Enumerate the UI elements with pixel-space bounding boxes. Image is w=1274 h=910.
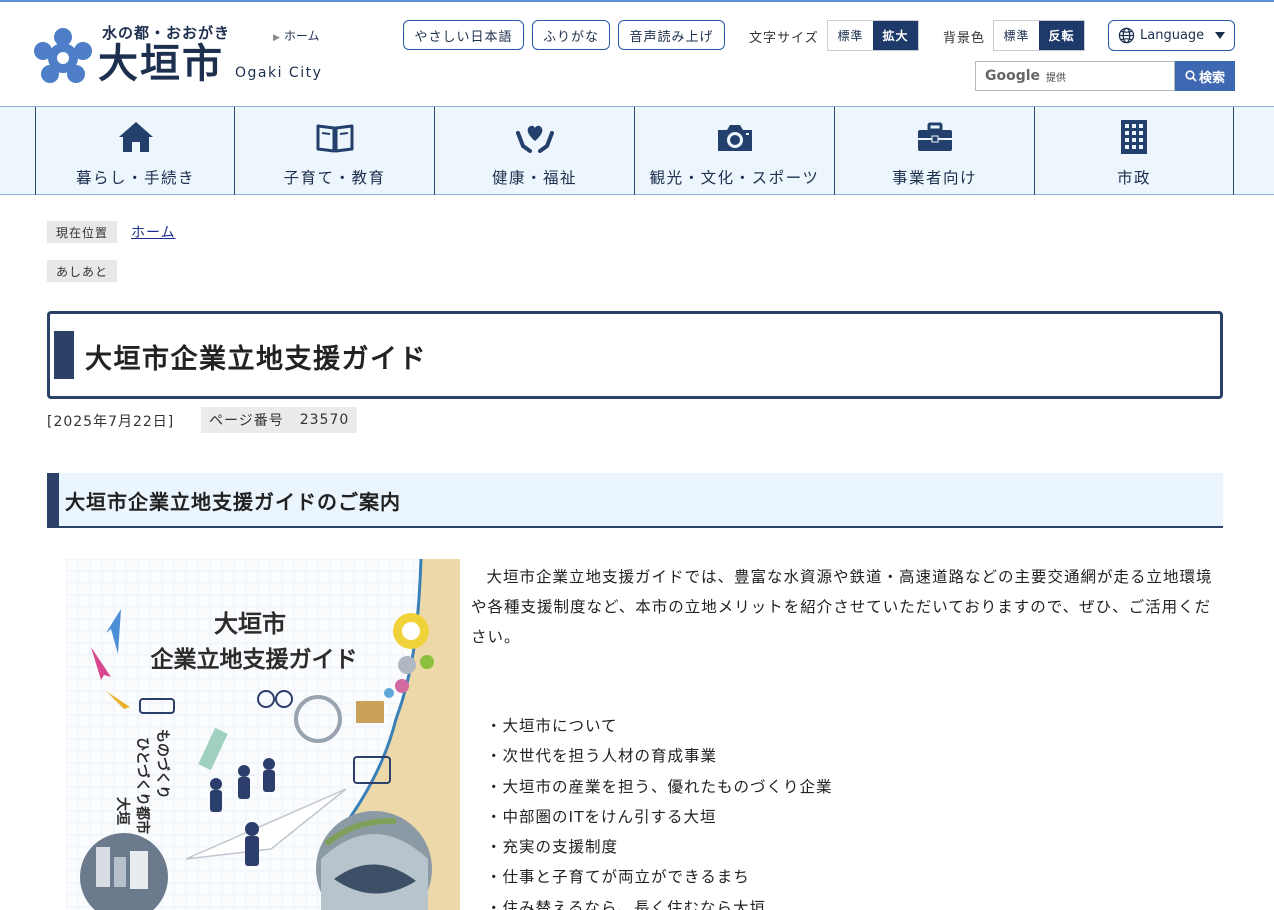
city-name-logo[interactable]: 大垣市 bbox=[98, 42, 224, 86]
title-accent-bar bbox=[54, 331, 74, 379]
list-item: ・仕事と子育てが両立ができるまち bbox=[486, 868, 750, 887]
city-name-en: Ogaki City bbox=[235, 65, 323, 81]
list-item: ・次世代を担う人材の育成事業 bbox=[486, 747, 718, 766]
guide-title-line2: 企業立地支援ガイド bbox=[150, 646, 358, 673]
page-title: 大垣市企業立地支援ガイド bbox=[85, 344, 427, 375]
page-title-box: 大垣市企業立地支援ガイド bbox=[47, 311, 1223, 399]
guide-title-line1: 大垣市 bbox=[214, 610, 286, 638]
guide-cover-image[interactable]: 大垣市 企業立地支援ガイド ものづくり ひとづくり都市 大垣 bbox=[66, 559, 460, 910]
hands-heart-icon bbox=[515, 125, 554, 153]
section-heading-box: 大垣市企業立地支援ガイドのご案内 bbox=[47, 473, 1223, 528]
list-item: ・住み替えるなら、長く住むなら大垣 bbox=[486, 898, 767, 910]
list-item: ・大垣市の産業を担う、優れたものづくり企業 bbox=[486, 777, 833, 796]
bg-color-toggle: 標準 反転 bbox=[993, 20, 1085, 51]
nav-item-label: 暮らし・手続き bbox=[75, 169, 195, 187]
page-number-badge: ページ番号 23570 bbox=[201, 407, 358, 433]
language-label: Language bbox=[1140, 28, 1205, 43]
intro-paragraph: 大垣市企業立地支援ガイドでは、豊富な水資源や鉄道・高速道路などの主要交通網が走る… bbox=[471, 568, 1213, 646]
nav-item-label: 市政 bbox=[1116, 169, 1151, 187]
header-home-label: ホーム bbox=[283, 29, 320, 43]
camera-icon bbox=[717, 125, 752, 151]
heading-accent-bar bbox=[47, 473, 59, 526]
list-item: ・大垣市について bbox=[486, 717, 618, 735]
nav-item-health[interactable]: 健康・福祉 bbox=[434, 107, 634, 195]
footprints-tag: あしあと bbox=[47, 260, 118, 282]
furigana-button[interactable]: ふりがな bbox=[532, 20, 610, 50]
guide-side-line2: ひとづくり都市 bbox=[134, 737, 151, 834]
house-icon bbox=[118, 122, 153, 152]
font-size-toggle: 標準 拡大 bbox=[827, 20, 919, 51]
triangle-right-icon: ▶ bbox=[273, 33, 280, 43]
building-icon bbox=[1121, 120, 1147, 154]
font-size-large-button[interactable]: 拡大 bbox=[873, 21, 918, 50]
nav-item-business[interactable]: 事業者向け bbox=[834, 107, 1034, 195]
search-button-label: 検索 bbox=[1198, 70, 1225, 86]
easy-japanese-button[interactable]: やさしい日本語 bbox=[403, 20, 524, 50]
nav-item-tourism[interactable]: 観光・文化・スポーツ bbox=[634, 107, 834, 195]
header-home-link[interactable]: ▶ ホーム bbox=[273, 27, 320, 44]
nav-item-label: 健康・福祉 bbox=[491, 169, 577, 187]
site-search-input[interactable]: Google 提供 bbox=[975, 61, 1175, 91]
current-location-tag: 現在位置 bbox=[47, 221, 118, 243]
city-logo-icon[interactable] bbox=[34, 28, 92, 84]
provided-label: 提供 bbox=[1046, 72, 1067, 84]
briefcase-icon bbox=[917, 122, 952, 151]
nav-item-label: 観光・文化・スポーツ bbox=[649, 169, 820, 187]
nav-item-living[interactable]: 暮らし・手続き bbox=[35, 107, 235, 195]
global-nav: 暮らし・手続き 子育て・教育 健康・福祉 観光・文化・スポーツ 事業者向け 市政 bbox=[0, 106, 1274, 195]
guide-contents-list: ・大垣市について ・次世代を担う人材の育成事業 ・大垣市の産業を担う、優れたもの… bbox=[486, 711, 833, 910]
list-item: ・中部圏のITをけん引する大垣 bbox=[486, 807, 717, 826]
top-accent-line bbox=[0, 0, 1274, 2]
chevron-down-icon bbox=[1215, 32, 1225, 39]
font-size-label: 文字サイズ bbox=[749, 31, 819, 46]
font-size-standard-button[interactable]: 標準 bbox=[828, 21, 873, 50]
page-number-value: 23570 bbox=[299, 412, 350, 428]
nav-item-label: 事業者向け bbox=[891, 169, 977, 187]
language-select[interactable]: Language bbox=[1108, 20, 1235, 51]
read-aloud-button[interactable]: 音声読み上げ bbox=[618, 20, 725, 50]
globe-icon bbox=[1118, 27, 1135, 44]
section-heading: 大垣市企業立地支援ガイドのご案内 bbox=[65, 490, 401, 514]
book-icon bbox=[316, 124, 353, 153]
search-button[interactable]: 検索 bbox=[1175, 61, 1235, 91]
update-date: [2025年7月22日] bbox=[47, 414, 175, 430]
breadcrumb-home-link[interactable]: ホーム bbox=[131, 222, 176, 242]
nav-item-childcare[interactable]: 子育て・教育 bbox=[234, 107, 434, 195]
list-item: ・充実の支援制度 bbox=[486, 838, 619, 857]
guide-side-line1: ものづくり bbox=[154, 729, 171, 799]
bg-color-label: 背景色 bbox=[943, 31, 986, 46]
bg-color-invert-button[interactable]: 反転 bbox=[1039, 21, 1084, 50]
search-icon bbox=[1185, 70, 1197, 82]
city-tagline: 水の都・おおがき bbox=[102, 24, 231, 42]
page-number-label: ページ番号 bbox=[209, 413, 284, 429]
guide-side-line3: 大垣 bbox=[114, 797, 131, 825]
nav-item-label: 子育て・教育 bbox=[283, 169, 386, 187]
nav-item-city-admin[interactable]: 市政 bbox=[1034, 107, 1234, 195]
bg-color-standard-button[interactable]: 標準 bbox=[994, 21, 1039, 50]
google-provider-label: Google bbox=[985, 68, 1041, 84]
